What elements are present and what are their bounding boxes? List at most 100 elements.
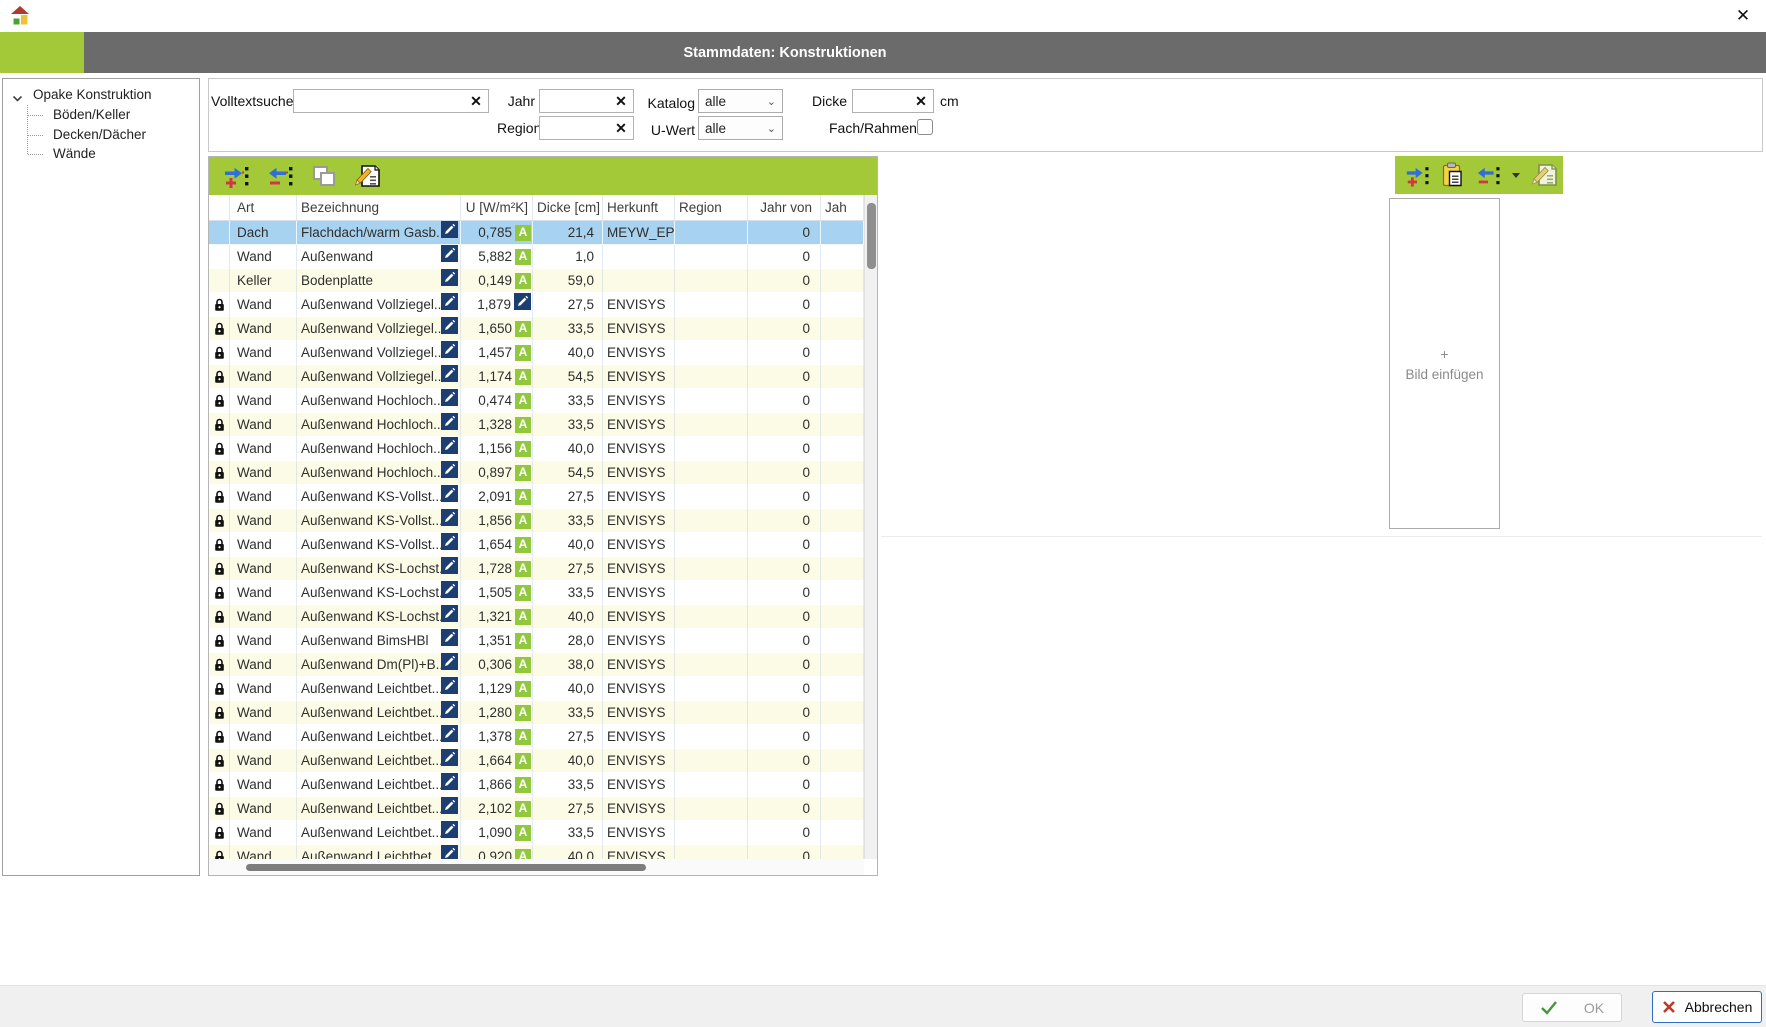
table-row[interactable]: KellerBodenplatte0,149A59,00	[209, 269, 864, 293]
column-header-art[interactable]: Art	[230, 195, 297, 220]
table-row[interactable]: WandAußenwand KS-Lochst...1,728A27,5ENVI…	[209, 557, 864, 581]
pencil-badge-icon[interactable]	[441, 749, 458, 773]
clear-jahr-icon[interactable]: ✕	[612, 90, 630, 112]
pencil-badge-icon[interactable]	[441, 533, 458, 557]
cell-herkunft: ENVISYS	[603, 845, 675, 859]
table-row[interactable]: WandAußenwand Hochloch...1,156A40,0ENVIS…	[209, 437, 864, 461]
column-header-region[interactable]: Region	[675, 195, 748, 220]
uwert-select[interactable]: alle ⌄	[698, 116, 783, 140]
pencil-badge-icon[interactable]	[441, 773, 458, 797]
pencil-badge-icon[interactable]	[441, 437, 458, 461]
fach-rahmen-checkbox[interactable]	[917, 119, 933, 135]
vertical-scrollbar-thumb[interactable]	[867, 203, 876, 269]
table-row[interactable]: WandAußenwand Vollziegel...1,650A33,5ENV…	[209, 317, 864, 341]
cell-jahr-bis	[821, 749, 864, 773]
lock-icon	[209, 629, 230, 653]
pencil-badge-icon[interactable]	[514, 293, 531, 317]
table-row[interactable]: WandAußenwand Hochloch...1,328A33,5ENVIS…	[209, 413, 864, 437]
pencil-badge-icon[interactable]	[441, 605, 458, 629]
cell-jahr-von: 0	[748, 845, 821, 859]
paste-icon[interactable]	[1441, 162, 1465, 188]
column-header-herkunft[interactable]: Herkunft	[603, 195, 675, 220]
pencil-badge-icon[interactable]	[441, 389, 458, 413]
clear-dicke-icon[interactable]: ✕	[912, 90, 930, 112]
table-row[interactable]: WandAußenwand Hochloch...0,897A54,5ENVIS…	[209, 461, 864, 485]
cell-bezeichnung: Außenwand Vollziegel...	[297, 293, 461, 317]
pencil-badge-icon[interactable]	[441, 413, 458, 437]
pencil-badge-icon[interactable]	[441, 557, 458, 581]
remove-image-icon[interactable]	[1476, 164, 1501, 187]
pencil-badge-icon[interactable]	[441, 269, 458, 293]
tree-item-opake-konstruktion[interactable]: Opake Konstruktion	[3, 85, 199, 105]
table-row[interactable]: WandAußenwand KS-Vollst...1,856A33,5ENVI…	[209, 509, 864, 533]
column-header-dicke[interactable]: Dicke [cm]	[533, 195, 603, 220]
pencil-badge-icon[interactable]	[441, 845, 458, 859]
table-row[interactable]: WandAußenwand Leichtbet...1,866A33,5ENVI…	[209, 773, 864, 797]
cell-jahr-bis	[821, 341, 864, 365]
pencil-badge-icon[interactable]	[441, 365, 458, 389]
tree-item-w-nde[interactable]: Wände	[3, 144, 199, 164]
pencil-badge-icon[interactable]	[441, 221, 458, 245]
table-row[interactable]: WandAußenwand Dm(Pl)+B...0,306A38,0ENVIS…	[209, 653, 864, 677]
pencil-badge-icon[interactable]	[441, 629, 458, 653]
table-row[interactable]: WandAußenwand KS-Lochst...1,505A33,5ENVI…	[209, 581, 864, 605]
pencil-badge-icon[interactable]	[441, 653, 458, 677]
pencil-badge-icon[interactable]	[441, 461, 458, 485]
table-row[interactable]: WandAußenwand KS-Vollst...1,654A40,0ENVI…	[209, 533, 864, 557]
table-row[interactable]: WandAußenwand Leichtbet...1,090A33,5ENVI…	[209, 821, 864, 845]
table-row[interactable]: DachFlachdach/warm Gasb...0,785A21,4MEYW…	[209, 221, 864, 245]
volltextsuche-input[interactable]	[294, 90, 488, 112]
table-row[interactable]: WandAußenwand Leichtbet...2,102A27,5ENVI…	[209, 797, 864, 821]
edit-icon[interactable]	[354, 163, 382, 189]
pencil-badge-icon[interactable]	[441, 245, 458, 269]
remove-row-icon[interactable]	[267, 164, 294, 188]
pencil-badge-icon[interactable]	[441, 677, 458, 701]
pencil-badge-icon[interactable]	[441, 293, 458, 317]
column-header-jahr-bis[interactable]: Jah	[821, 195, 864, 220]
horizontal-scrollbar-thumb[interactable]	[246, 864, 646, 871]
column-header-bezeichnung[interactable]: Bezeichnung	[297, 195, 461, 220]
tree-item-b-den-keller[interactable]: Böden/Keller	[3, 105, 199, 125]
pencil-badge-icon[interactable]	[441, 821, 458, 845]
close-icon[interactable]: ✕	[1730, 4, 1756, 28]
table-row[interactable]: WandAußenwand Leichtbet...1,280A33,5ENVI…	[209, 701, 864, 725]
ok-button[interactable]: OK	[1522, 993, 1622, 1022]
pencil-badge-icon[interactable]	[441, 701, 458, 725]
table-row[interactable]: WandAußenwand Leichtbet...1,664A40,0ENVI…	[209, 749, 864, 773]
table-row[interactable]: WandAußenwand Leichtbet...0,920A40,0ENVI…	[209, 845, 864, 859]
add-image-icon[interactable]	[1405, 164, 1430, 187]
a-badge: A	[515, 417, 531, 433]
clear-volltextsuche-icon[interactable]: ✕	[467, 90, 485, 112]
tree-item-decken-d-cher[interactable]: Decken/Dächer	[3, 125, 199, 145]
add-row-icon[interactable]	[223, 164, 250, 188]
table-row[interactable]: WandAußenwand Vollziegel...1,457A40,0ENV…	[209, 341, 864, 365]
pencil-badge-icon[interactable]	[441, 581, 458, 605]
copy-icon[interactable]	[311, 164, 337, 188]
table-row[interactable]: WandAußenwand BimsHBl1,351A28,0ENVISYS0	[209, 629, 864, 653]
clear-region-icon[interactable]: ✕	[612, 117, 630, 139]
table-row[interactable]: WandAußenwand Leichtbet...1,378A27,5ENVI…	[209, 725, 864, 749]
vertical-scrollbar[interactable]	[864, 195, 877, 859]
image-placeholder[interactable]: + Bild einfügen	[1389, 198, 1500, 529]
dropdown-caret-icon[interactable]	[1512, 173, 1520, 178]
table-row[interactable]: WandAußenwand Vollziegel...1,87927,5ENVI…	[209, 293, 864, 317]
table-row[interactable]: WandAußenwand KS-Lochst...1,321A40,0ENVI…	[209, 605, 864, 629]
pencil-badge-icon[interactable]	[441, 341, 458, 365]
column-header-jahr-von[interactable]: Jahr von	[748, 195, 821, 220]
column-header-lock[interactable]	[209, 195, 230, 220]
column-header-u-wert[interactable]: U [W/m²K]	[461, 195, 533, 220]
pencil-badge-icon[interactable]	[441, 317, 458, 341]
table-row[interactable]: WandAußenwand Leichtbet...1,129A40,0ENVI…	[209, 677, 864, 701]
pencil-badge-icon[interactable]	[441, 797, 458, 821]
pencil-badge-icon[interactable]	[441, 509, 458, 533]
table-row[interactable]: WandAußenwand Hochloch...0,474A33,5ENVIS…	[209, 389, 864, 413]
katalog-select[interactable]: alle ⌄	[698, 89, 783, 113]
cancel-button[interactable]: Abbrechen	[1652, 991, 1762, 1023]
table-row[interactable]: WandAußenwand KS-Vollst...2,091A27,5ENVI…	[209, 485, 864, 509]
pencil-badge-icon[interactable]	[441, 725, 458, 749]
table-row[interactable]: WandAußenwand Vollziegel...1,174A54,5ENV…	[209, 365, 864, 389]
table-row[interactable]: WandAußenwand5,882A1,00	[209, 245, 864, 269]
horizontal-scrollbar[interactable]	[209, 859, 864, 875]
edit-image-disabled-icon[interactable]	[1531, 162, 1559, 188]
pencil-badge-icon[interactable]	[441, 485, 458, 509]
